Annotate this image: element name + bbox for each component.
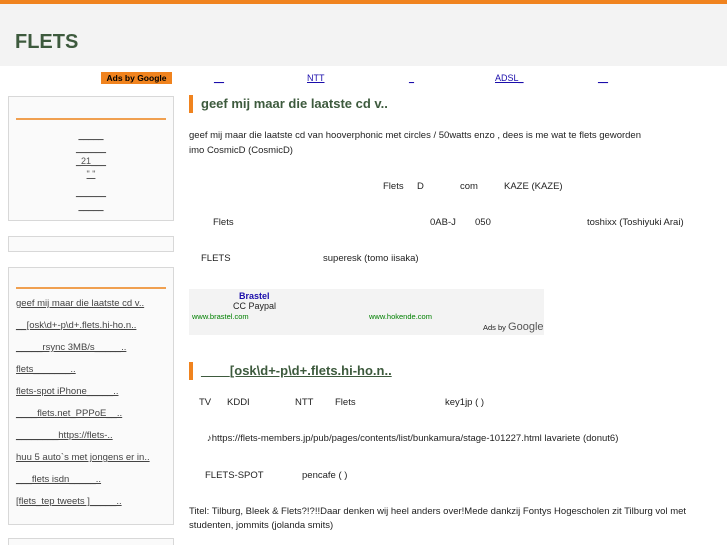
post-author: toshixx (Toshiyuki Arai) [587,217,684,228]
post-text: Flets [213,217,234,228]
ads-by-google[interactable]: Ads by Google [483,321,544,333]
recent-post-link[interactable]: ________https://flets-.. [16,430,113,442]
recent-post-link[interactable]: flets_______.. [16,364,76,376]
post-text: geef mij maar die laatste cd van hooverp… [189,130,642,141]
recent-post-link[interactable]: flets-spot iPhone_____.. [16,386,118,398]
ad-url[interactable]: www.hokende.com [369,312,432,321]
post-text: com [460,181,478,192]
sidebar-divider [16,118,166,120]
recent-post-link[interactable]: geef mij maar die laatste cd v.. [16,298,144,310]
post-author: pencafe ( ) [302,470,348,481]
ad-link-bar: Ads by Google __ NTT _ ADSL_ __ [101,72,653,84]
post-author: key1jp ( ) [445,397,485,408]
ad-link-5[interactable]: __ [598,72,608,84]
post-text: 0AB-J [430,217,456,228]
post-author: studenten, jommits (jolanda smits) [189,520,334,531]
sidebar-menu-item[interactable]: ______ [9,187,173,198]
post-text: Titel: Tilburg, Bleek & Flets?!?!!Daar d… [189,506,687,517]
ad-link-ntt[interactable]: NTT [307,72,325,84]
recent-post-link[interactable]: _____rsync 3MB/s_____.. [16,342,126,354]
sidebar-box-recent-posts: geef mij maar die laatste cd v.. __[osk\… [8,267,174,525]
sidebar-divider [16,287,166,289]
post-author: superesk (tomo iisaka) [323,253,419,264]
sidebar-menu-item[interactable]: ______ [9,143,173,154]
post-text: 050 [475,217,491,228]
post-author: imo CosmicD (CosmicD) [189,145,293,156]
sidebar-menu-item[interactable]: " " [9,169,173,180]
post-text: FLETS-SPOT [205,470,264,481]
recent-post-link[interactable]: [flets_tep tweets ]_____.. [16,496,122,508]
recent-post-link[interactable]: huu 5 auto`s met jongens er in.. [16,452,150,464]
recent-post-link[interactable]: __[osk\d+-p\d+.flets.hi-ho.n.. [16,320,136,332]
header: FLETS [0,4,727,66]
post-text: Flets [383,181,404,192]
sidebar-menu-item[interactable]: _____ [9,201,173,212]
ad-link-adsl[interactable]: ADSL_ [495,72,524,84]
post-text: FLETS [201,253,231,264]
ad-description: CC Paypal [233,301,277,311]
post-text: Flets [335,397,356,408]
sidebar-menu-item[interactable]: _21___ [9,156,173,167]
recent-post-link[interactable]: ____flets.net_PPPoE__.. [16,408,122,420]
post-title[interactable]: geef mij maar die laatste cd v.. [189,95,388,113]
recent-post-link[interactable]: ___flets isdn_____.. [16,474,101,486]
post-text: TV [199,397,212,408]
site-title[interactable]: FLETS [15,31,78,54]
post-text: NTT [295,397,314,408]
sidebar-box-menu: _____ ______ _21___ " " ______ _____ [8,96,174,221]
google-ad-block: Brastel CC Paypal www.brastel.com www.ho… [189,289,544,335]
sidebar-box-empty [8,236,174,252]
ads-by-prefix: Ads by [483,323,506,332]
post-text: KDDI [227,397,250,408]
post-text: D [417,181,424,192]
ad-link-3[interactable]: _ [409,72,414,84]
post-title[interactable]: ____[osk\d+-p\d+.flets.hi-ho.n.. [189,362,392,380]
sidebar-menu-item[interactable]: _____ [9,130,173,141]
ad-url[interactable]: www.brastel.com [192,312,249,321]
ad-link-1[interactable]: __ [214,72,224,84]
google-logo: Google [508,321,544,333]
sidebar-box-bottom [8,538,174,545]
ads-by-google-label[interactable]: Ads by Google [101,72,172,84]
post-text: ♪https://flets-members.jp/pub/pages/cont… [207,433,619,444]
ad-title-link[interactable]: Brastel [239,291,270,301]
post-author: KAZE (KAZE) [504,181,563,192]
